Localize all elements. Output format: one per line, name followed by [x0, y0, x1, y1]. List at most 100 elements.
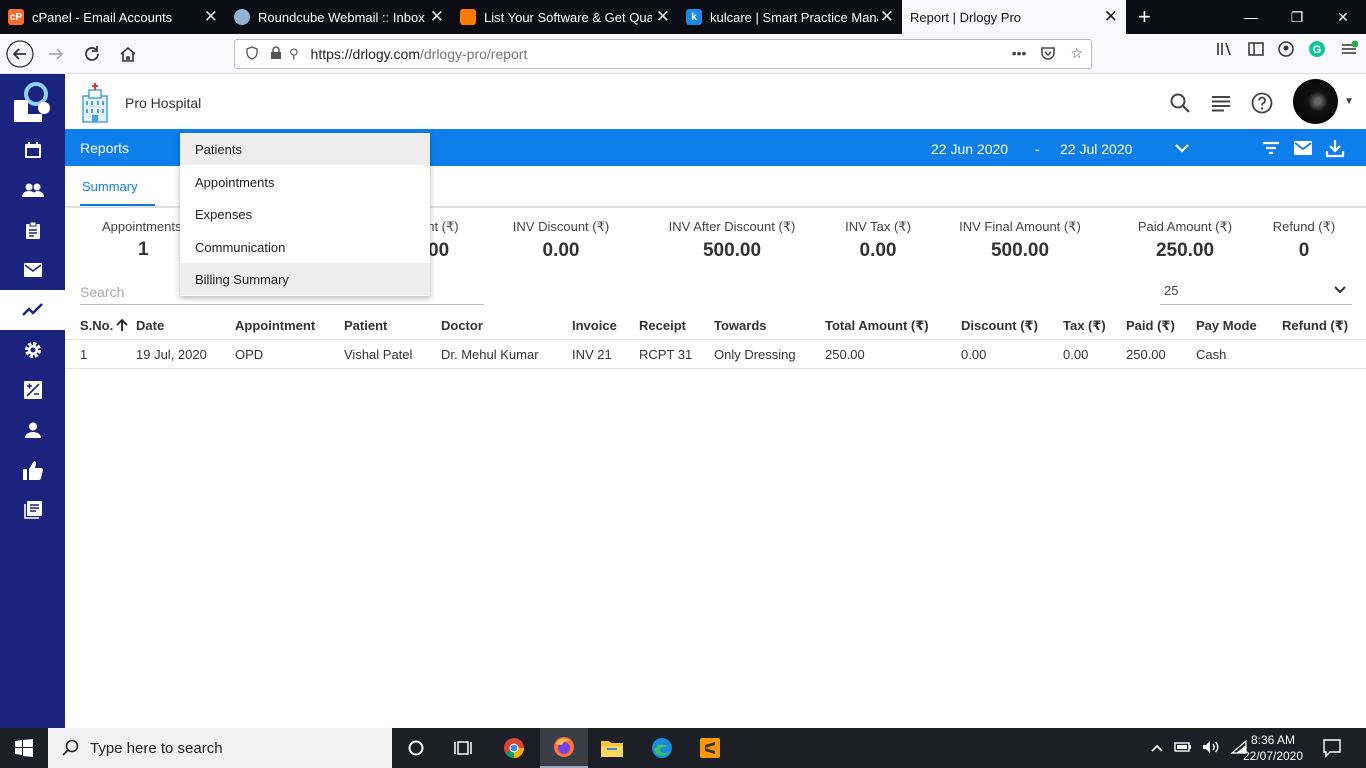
avatar[interactable]: [1293, 79, 1338, 124]
menu-item-appointments[interactable]: Appointments: [180, 166, 430, 198]
chevron-down-icon[interactable]: ▼: [1344, 96, 1354, 107]
column-header-tax[interactable]: Tax (₹): [1063, 318, 1106, 334]
close-icon[interactable]: ✕: [656, 7, 670, 27]
sidebar-toggle-icon[interactable]: [1248, 42, 1264, 60]
column-header-doctor[interactable]: Doctor: [441, 318, 483, 333]
cell-paid: 250.00: [1126, 347, 1166, 362]
start-button[interactable]: [0, 728, 48, 768]
permissions-icon[interactable]: ⚲: [289, 46, 299, 62]
library-icon[interactable]: [1216, 41, 1234, 61]
column-header-invoice[interactable]: Invoice: [572, 318, 617, 333]
column-header-discount[interactable]: Discount (₹): [961, 318, 1038, 334]
app-header: Pro Hospital ▼: [65, 74, 1366, 129]
app-sidebar: [0, 74, 65, 728]
column-header-towards[interactable]: Towards: [714, 318, 767, 333]
file-explorer-taskbar-button[interactable]: [588, 728, 636, 768]
roundcube-icon: [234, 9, 250, 25]
shield-icon[interactable]: [245, 45, 259, 63]
sidebar-item-mail[interactable]: [0, 250, 65, 290]
search-icon[interactable]: [1169, 92, 1191, 114]
minimize-icon[interactable]: —: [1228, 0, 1274, 34]
column-header-appointment[interactable]: Appointment: [235, 318, 315, 333]
menu-item-expenses[interactable]: Expenses: [180, 198, 430, 230]
task-view-icon: [454, 741, 472, 755]
firefox-taskbar-button[interactable]: [540, 728, 588, 768]
close-icon[interactable]: ✕: [1104, 7, 1118, 27]
folder-icon: [601, 741, 623, 757]
browser-tab-cpanel[interactable]: cP cPanel - Email Accounts ✕: [0, 0, 226, 34]
account-icon[interactable]: [1278, 41, 1294, 61]
filter-icon[interactable]: [1261, 138, 1281, 158]
column-header-sno[interactable]: S.No.: [80, 318, 129, 333]
sidebar-item-calendar[interactable]: [0, 130, 65, 170]
date-from[interactable]: 22 Jun 2020: [931, 141, 1008, 157]
bookmark-star-icon[interactable]: ☆: [1070, 45, 1083, 64]
date-to[interactable]: 22 Jul 2020: [1060, 141, 1132, 157]
page-actions-icon[interactable]: •••: [1012, 45, 1027, 64]
lock-icon[interactable]: [269, 45, 283, 63]
column-header-patient[interactable]: Patient: [344, 318, 387, 333]
close-icon[interactable]: ✕: [430, 7, 444, 27]
browser-tab-software[interactable]: List Your Software & Get Qualif ✕: [452, 0, 678, 34]
taskbar-clock[interactable]: 8:36 AM 22/07/2020: [1238, 732, 1308, 764]
sidebar-item-settings[interactable]: [0, 330, 65, 370]
sidebar-item-reports[interactable]: [0, 290, 65, 330]
cell-patient: Vishal Patel: [344, 347, 413, 362]
sidebar-item-feedback[interactable]: [0, 450, 65, 490]
hospital-name: Pro Hospital: [125, 95, 202, 111]
battery-icon[interactable]: [1174, 741, 1192, 756]
drlogy-logo-icon[interactable]: [10, 80, 56, 126]
download-icon[interactable]: [1325, 138, 1345, 158]
edge-taskbar-button[interactable]: [638, 728, 686, 768]
menu-hamburger-icon[interactable]: [1340, 40, 1359, 62]
address-bar[interactable]: ⚲ https://drlogy.com/drlogy-pro/report •…: [234, 39, 1092, 69]
home-icon[interactable]: [112, 38, 144, 70]
column-header-receipt[interactable]: Receipt: [639, 318, 686, 333]
grammarly-icon[interactable]: G: [1308, 40, 1326, 62]
window-close-icon[interactable]: ✕: [1320, 0, 1366, 34]
menu-item-patients[interactable]: Patients: [180, 133, 430, 165]
page-size-value: 25: [1164, 283, 1179, 298]
new-tab-icon[interactable]: +: [1126, 0, 1163, 34]
browser-tab-drlogy[interactable]: Report | Drlogy Pro ✕: [902, 0, 1126, 34]
tab-summary[interactable]: Summary: [82, 179, 138, 194]
sublime-text-icon: [700, 738, 720, 758]
close-icon[interactable]: ✕: [880, 7, 894, 27]
page-size-select[interactable]: 25: [1160, 280, 1352, 305]
restore-icon[interactable]: ❐: [1274, 0, 1320, 34]
sublime-taskbar-button[interactable]: [686, 728, 734, 768]
sidebar-item-billing[interactable]: [0, 370, 65, 410]
chrome-taskbar-button[interactable]: [490, 728, 538, 768]
back-icon[interactable]: [4, 38, 36, 70]
sidebar-item-patients[interactable]: [0, 170, 65, 210]
browser-tab-roundcube[interactable]: Roundcube Webmail :: Inbox ✕: [226, 0, 452, 34]
reload-icon[interactable]: [76, 38, 108, 70]
column-header-total-amount[interactable]: Total Amount (₹): [825, 318, 929, 334]
close-icon[interactable]: ✕: [204, 7, 218, 27]
clipboard-icon: [25, 221, 40, 239]
help-icon[interactable]: [1251, 92, 1273, 114]
notes-list-icon[interactable]: [1210, 92, 1232, 114]
menu-item-billing-summary[interactable]: Billing Summary: [180, 263, 430, 295]
sidebar-item-records[interactable]: [0, 490, 65, 530]
cortana-button[interactable]: [392, 728, 440, 768]
column-header-paid[interactable]: Paid (₹): [1126, 318, 1175, 334]
taskbar-search[interactable]: Type here to search: [48, 728, 392, 768]
task-view-button[interactable]: [440, 728, 488, 768]
notification-icon[interactable]: [1322, 738, 1342, 758]
date-range-chevron-down-icon[interactable]: [1172, 138, 1192, 158]
column-header-refund[interactable]: Refund (₹): [1282, 318, 1348, 334]
search-icon: [62, 739, 79, 756]
tray-chevron-up-icon[interactable]: [1150, 741, 1164, 756]
column-header-pay-mode[interactable]: Pay Mode: [1196, 318, 1257, 333]
menu-item-communication[interactable]: Communication: [180, 231, 430, 263]
email-report-icon[interactable]: [1293, 138, 1313, 158]
sidebar-item-clipboard[interactable]: [0, 210, 65, 250]
sort-arrow-up-icon[interactable]: [115, 318, 129, 332]
pocket-icon[interactable]: [1040, 45, 1056, 64]
browser-tab-kulcare[interactable]: k kulcare | Smart Practice Manag ✕: [678, 0, 902, 34]
column-header-date[interactable]: Date: [136, 318, 164, 333]
sidebar-item-profile[interactable]: [0, 410, 65, 450]
volume-icon[interactable]: [1202, 740, 1220, 757]
forward-icon[interactable]: [40, 38, 72, 70]
